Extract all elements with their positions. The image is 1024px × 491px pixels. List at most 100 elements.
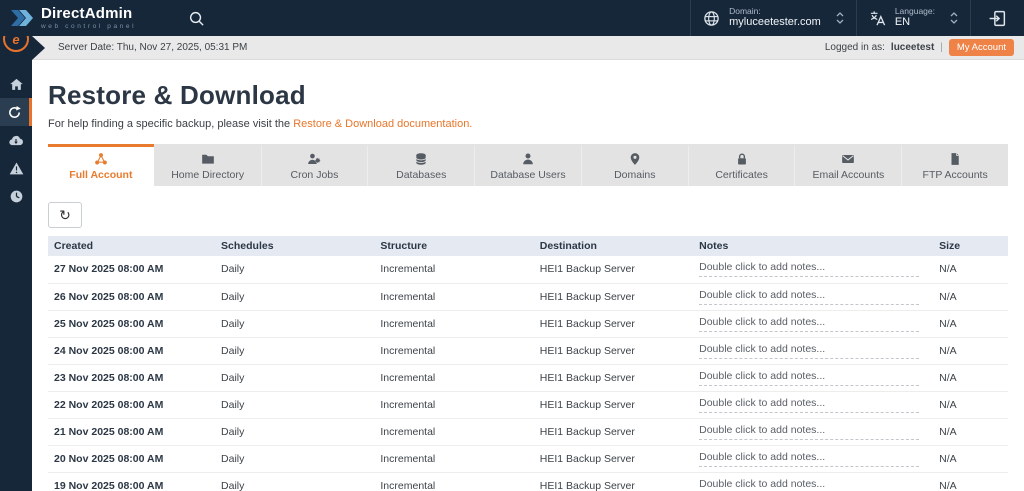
notes-placeholder[interactable]: Double click to add notes...: [699, 478, 919, 491]
destination-cell: HEI1 Backup Server: [533, 445, 694, 473]
created-cell: 22 Nov 2025 08:00 AM: [48, 391, 216, 419]
domain-label: Domain:: [729, 5, 761, 16]
destination-cell: HEI1 Backup Server: [533, 256, 694, 284]
sidebar-item-warnings[interactable]: [0, 154, 32, 182]
table-row[interactable]: 20 Nov 2025 08:00 AM Daily Incremental H…: [48, 445, 1008, 473]
my-account-button[interactable]: My Account: [948, 39, 1014, 56]
notes-placeholder[interactable]: Double click to add notes...: [699, 451, 920, 467]
sidebar-item-home[interactable]: [0, 70, 32, 98]
column-header-notes: Notes: [693, 236, 934, 256]
notes-cell[interactable]: Double click to add notes...: [693, 418, 934, 446]
page-title: Restore & Download: [48, 80, 306, 110]
created-cell: 27 Nov 2025 08:00 AM: [48, 256, 216, 284]
tab-full-account[interactable]: Full Account: [48, 144, 154, 186]
table-row[interactable]: 25 Nov 2025 08:00 AM Daily Incremental H…: [48, 310, 1008, 338]
search-button[interactable]: [188, 10, 205, 27]
tab-certificates[interactable]: Certificates: [687, 144, 795, 186]
notes-placeholder[interactable]: Double click to add notes...: [699, 424, 920, 440]
created-cell: 24 Nov 2025 08:00 AM: [48, 337, 216, 365]
domain-selector[interactable]: Domain: myluceetester.com: [690, 0, 856, 36]
destination-cell: HEI1 Backup Server: [533, 472, 694, 491]
tab-home-directory[interactable]: Home Directory: [153, 144, 261, 186]
tab-database-users[interactable]: Database Users: [474, 144, 581, 186]
notes-placeholder[interactable]: Double click to add notes...: [699, 289, 920, 305]
tab-domains[interactable]: Domains: [580, 144, 688, 186]
tab-label: Home Directory: [171, 169, 245, 181]
structure-cell: Incremental: [374, 310, 534, 338]
structure-cell: Incremental: [374, 337, 534, 365]
table-row[interactable]: 23 Nov 2025 08:00 AM Daily Incremental H…: [48, 364, 1008, 392]
notes-placeholder[interactable]: Double click to add notes...: [699, 370, 920, 386]
sidebar-item-history[interactable]: [0, 182, 32, 210]
structure-cell: Incremental: [374, 418, 534, 446]
structure-cell: Incremental: [374, 472, 534, 491]
table-row[interactable]: 22 Nov 2025 08:00 AM Daily Incremental H…: [48, 391, 1008, 419]
notes-cell[interactable]: Double click to add notes...: [693, 472, 934, 491]
lock-icon: [737, 153, 746, 165]
schedules-cell: Daily: [215, 472, 375, 491]
sidebar-item-backups[interactable]: [0, 126, 32, 154]
search-icon: [190, 11, 204, 26]
tab-label: Databases: [396, 169, 447, 181]
notes-placeholder[interactable]: Double click to add notes...: [699, 316, 920, 332]
notes-cell[interactable]: Double click to add notes...: [693, 391, 934, 419]
language-stepper-icon: [950, 12, 958, 24]
created-cell: 20 Nov 2025 08:00 AM: [48, 445, 216, 473]
table-row[interactable]: 19 Nov 2025 08:00 AM Daily Incremental H…: [48, 472, 1008, 491]
structure-cell: Incremental: [374, 445, 534, 473]
table-row[interactable]: 26 Nov 2025 08:00 AM Daily Incremental H…: [48, 283, 1008, 311]
notes-cell[interactable]: Double click to add notes...: [693, 283, 934, 311]
tab-email-accounts[interactable]: Email Accounts: [794, 144, 902, 186]
table-row[interactable]: 27 Nov 2025 08:00 AM Daily Incremental H…: [48, 256, 1008, 284]
schedules-cell: Daily: [215, 337, 375, 365]
user-icon: [523, 153, 533, 165]
globe-icon: [704, 10, 719, 26]
user-gear-icon: [308, 153, 321, 165]
map-pin-icon: [630, 153, 640, 165]
notes-cell[interactable]: Double click to add notes...: [693, 256, 934, 284]
created-cell: 26 Nov 2025 08:00 AM: [48, 283, 216, 311]
brand-name: DirectAdmin: [41, 4, 133, 22]
tab-cron-jobs[interactable]: Cron Jobs: [260, 144, 368, 186]
tab-label: Email Accounts: [812, 169, 885, 181]
size-cell: N/A: [933, 337, 1008, 365]
column-header-size: Size: [933, 236, 1008, 256]
size-cell: N/A: [933, 391, 1008, 419]
notes-cell[interactable]: Double click to add notes...: [693, 364, 934, 392]
tab-label: Certificates: [715, 169, 768, 181]
destination-cell: HEI1 Backup Server: [533, 391, 694, 419]
directadmin-brand[interactable]: DirectAdmin web control panel: [10, 6, 136, 31]
refresh-button[interactable]: ↻: [48, 202, 82, 228]
schedules-cell: Daily: [215, 310, 375, 338]
destination-cell: HEI1 Backup Server: [533, 283, 694, 311]
tab-ftp-accounts[interactable]: FTP Accounts: [901, 144, 1009, 186]
brand-tagline: web control panel: [41, 22, 137, 30]
language-selector[interactable]: Language: EN: [855, 0, 970, 36]
notes-cell[interactable]: Double click to add notes...: [693, 445, 934, 473]
column-header-schedules: Schedules: [215, 236, 375, 256]
tab-databases[interactable]: Databases: [367, 144, 475, 186]
table-row[interactable]: 21 Nov 2025 08:00 AM Daily Incremental H…: [48, 418, 1008, 446]
help-prefix: For help finding a specific backup, plea…: [48, 118, 294, 130]
envelope-icon: [842, 154, 855, 164]
documentation-link[interactable]: Restore & Download documentation.: [293, 118, 472, 130]
logout-button[interactable]: [970, 0, 1024, 36]
status-bar: Server Date: Thu, Nov 27, 2025, 05:31 PM…: [0, 36, 1024, 60]
cloud-download-icon: [9, 135, 23, 145]
created-cell: 25 Nov 2025 08:00 AM: [48, 310, 216, 338]
table-row[interactable]: 24 Nov 2025 08:00 AM Daily Incremental H…: [48, 337, 1008, 365]
notes-cell[interactable]: Double click to add notes...: [693, 310, 934, 338]
notes-placeholder[interactable]: Double click to add notes...: [699, 343, 920, 359]
size-cell: N/A: [933, 418, 1008, 446]
schedules-cell: Daily: [215, 283, 375, 311]
notes-placeholder[interactable]: Double click to add notes...: [699, 261, 920, 278]
size-cell: N/A: [933, 445, 1008, 473]
created-cell: 21 Nov 2025 08:00 AM: [48, 418, 216, 446]
sidebar-item-restore[interactable]: [0, 98, 32, 126]
file-icon: [951, 153, 959, 165]
size-cell: N/A: [933, 256, 1008, 284]
notes-cell[interactable]: Double click to add notes...: [693, 337, 934, 365]
table-header-row: Created Schedules Structure Destination …: [48, 236, 1008, 256]
notes-placeholder[interactable]: Double click to add notes...: [699, 397, 920, 413]
destination-cell: HEI1 Backup Server: [533, 310, 694, 338]
